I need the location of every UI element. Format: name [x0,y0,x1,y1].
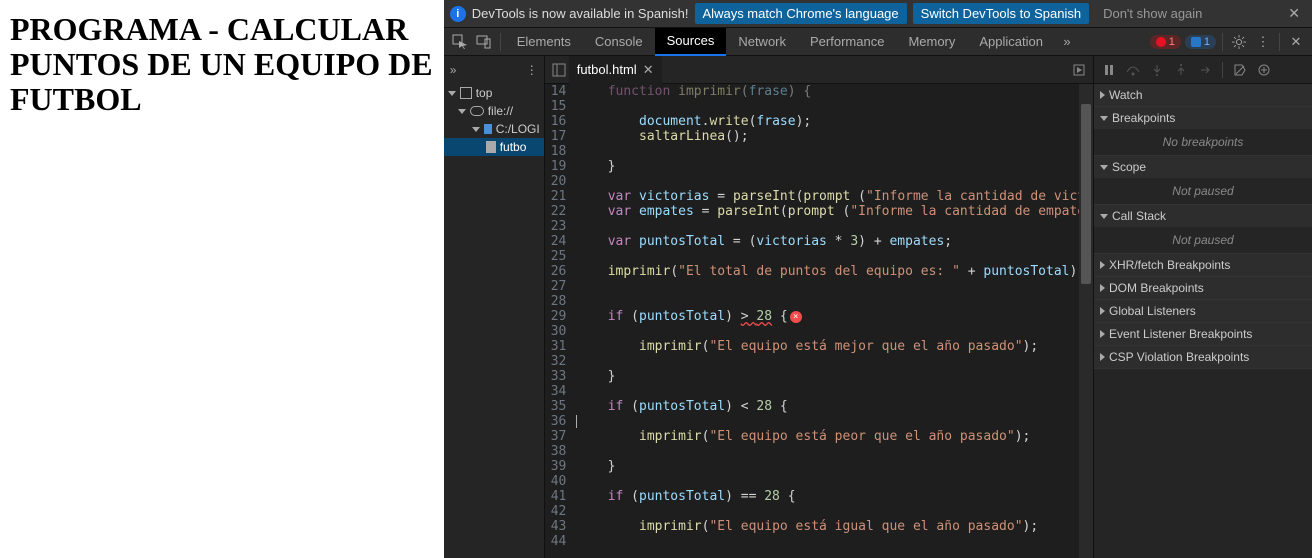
editor-scrollbar[interactable] [1079,84,1093,558]
info-icon: i [450,6,466,22]
navigator-more-icon[interactable]: » [450,63,457,77]
scope-not-paused-label: Not paused [1094,178,1312,204]
errors-badge[interactable]: 1 [1150,35,1181,49]
close-tab-icon[interactable]: ✕ [643,62,654,78]
section-scope[interactable]: Scope [1094,156,1312,178]
tab-memory[interactable]: Memory [896,28,967,56]
settings-icon[interactable] [1227,30,1251,54]
inspect-element-icon[interactable] [448,30,472,54]
tab-network[interactable]: Network [726,28,798,56]
notice-message: DevTools is now available in Spanish! [472,6,689,21]
debugger-sidebar: Watch Breakpoints No breakpoints Scope N… [1093,56,1312,558]
no-breakpoints-label: No breakpoints [1094,129,1312,155]
section-xhr-breakpoints[interactable]: XHR/fetch Breakpoints [1094,254,1312,276]
step-into-icon[interactable] [1148,61,1166,79]
match-language-button[interactable]: Always match Chrome's language [695,3,907,24]
sources-file-tree: » ⋮ top file:// C:/LOGI futbo [444,56,545,558]
tab-console[interactable]: Console [583,28,655,56]
dismiss-notice-button[interactable]: Don't show again [1095,3,1210,24]
navigator-kebab-icon[interactable]: ⋮ [526,63,538,77]
tab-sources[interactable]: Sources [655,28,727,56]
tab-elements[interactable]: Elements [505,28,583,56]
kebab-menu-icon[interactable]: ⋮ [1251,30,1275,54]
step-out-icon[interactable] [1172,61,1190,79]
tree-node-top[interactable]: top [444,84,544,102]
editor-nav-icon[interactable] [549,60,569,80]
close-notice-icon[interactable]: ✕ [1282,5,1306,22]
section-breakpoints[interactable]: Breakpoints [1094,107,1312,129]
section-global-listeners[interactable]: Global Listeners [1094,300,1312,322]
close-devtools-icon[interactable]: ✕ [1284,30,1308,54]
callstack-not-paused-label: Not paused [1094,227,1312,253]
step-over-icon[interactable] [1124,61,1142,79]
device-toggle-icon[interactable] [472,30,496,54]
language-notice-bar: i DevTools is now available in Spanish! … [444,0,1312,28]
step-icon[interactable] [1196,61,1214,79]
page-title: PROGRAMA - CALCULAR PUNTOS DE UN EQUIPO … [10,12,434,118]
code-editor-area[interactable]: 1415161718192021222324252627282930313233… [545,84,1093,558]
section-event-listener-breakpoints[interactable]: Event Listener Breakpoints [1094,323,1312,345]
rendered-page: PROGRAMA - CALCULAR PUNTOS DE UN EQUIPO … [0,0,444,558]
editor-run-icon[interactable] [1069,60,1089,80]
issues-badge[interactable]: 1 [1185,35,1216,49]
pause-on-exceptions-icon[interactable] [1255,61,1273,79]
editor-file-tab[interactable]: futbol.html ✕ [569,56,662,84]
tab-performance[interactable]: Performance [798,28,896,56]
switch-language-button[interactable]: Switch DevTools to Spanish [913,3,1089,24]
section-csp-breakpoints[interactable]: CSP Violation Breakpoints [1094,346,1312,368]
more-tabs-icon[interactable]: » [1055,30,1079,54]
source-editor: futbol.html ✕ 14151617181920212223242526… [545,56,1093,558]
devtools-panel: i DevTools is now available in Spanish! … [444,0,1312,558]
tree-node-file[interactable]: futbo [444,138,544,156]
tree-node-drive[interactable]: C:/LOGI [444,120,544,138]
editor-tab-label: futbol.html [577,62,637,77]
tree-node-file-scheme[interactable]: file:// [444,102,544,120]
deactivate-breakpoints-icon[interactable] [1231,61,1249,79]
pause-icon[interactable] [1100,61,1118,79]
tab-application[interactable]: Application [967,28,1055,56]
section-dom-breakpoints[interactable]: DOM Breakpoints [1094,277,1312,299]
section-watch[interactable]: Watch [1094,84,1312,106]
devtools-tabbar: Elements Console Sources Network Perform… [444,28,1312,56]
section-callstack[interactable]: Call Stack [1094,205,1312,227]
